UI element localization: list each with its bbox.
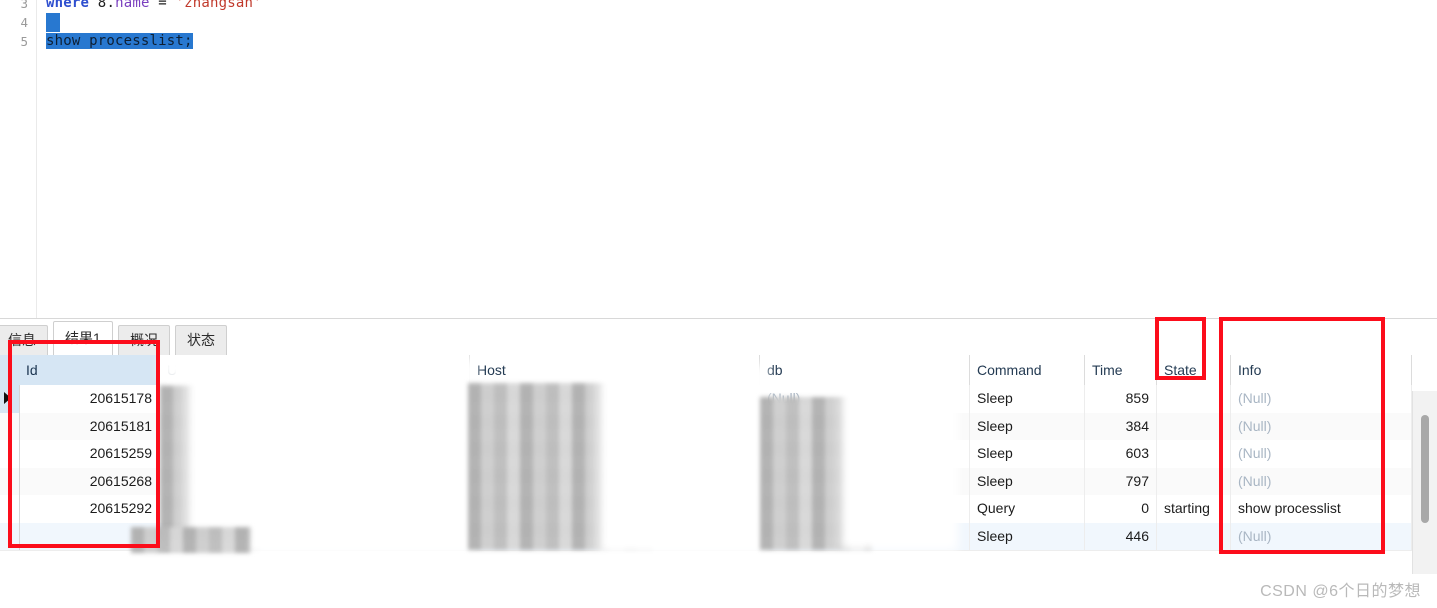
row-header[interactable]: [0, 522, 20, 550]
row-header[interactable]: [0, 495, 20, 523]
cell-time[interactable]: 603: [1085, 440, 1157, 468]
line-number-3: 3: [20, 0, 28, 11]
tab-result1[interactable]: 结果1: [53, 321, 113, 355]
cell-state[interactable]: [1157, 522, 1231, 550]
column-header-time[interactable]: Time: [1085, 355, 1157, 385]
cell-command[interactable]: Sleep: [970, 385, 1085, 413]
cell-command[interactable]: Sleep: [970, 467, 1085, 495]
cell-id[interactable]: 20615259: [19, 440, 160, 468]
line-number-4: 4: [20, 15, 28, 30]
table-row[interactable]: 20615268 Sleep 797 (Null): [0, 467, 1412, 496]
sql-selected-statement: show processlist;: [46, 33, 193, 49]
row-header-current[interactable]: [0, 385, 20, 413]
grid-vertical-scrollbar[interactable]: [1412, 391, 1437, 574]
sql-line-3[interactable]: where 8.name = 'zhangsan': [46, 0, 262, 13]
cell-host[interactable]: [470, 522, 760, 550]
result-tab-strip: 信息 结果1 概况 状态: [0, 319, 1437, 356]
cell-state[interactable]: [1157, 440, 1231, 468]
sql-keyword-where: where: [46, 0, 90, 11]
cell-db[interactable]: [760, 522, 970, 550]
tab-profile[interactable]: 概况: [118, 325, 170, 355]
column-header-state[interactable]: State: [1157, 355, 1231, 385]
cell-info[interactable]: (Null): [1231, 467, 1412, 495]
cell-user[interactable]: [160, 467, 470, 495]
cell-time[interactable]: 0: [1085, 495, 1157, 523]
cell-host[interactable]: [470, 440, 760, 468]
cell-command[interactable]: Sleep: [970, 440, 1085, 468]
cell-info[interactable]: show processlist: [1231, 495, 1412, 523]
cell-db[interactable]: [760, 467, 970, 495]
column-header-db[interactable]: db: [760, 355, 970, 385]
cell-user[interactable]: [160, 440, 470, 468]
current-row-arrow-icon: [4, 392, 11, 404]
row-header[interactable]: [0, 440, 20, 468]
column-header-id[interactable]: Id: [19, 355, 160, 385]
cell-info[interactable]: (Null): [1231, 440, 1412, 468]
row-header[interactable]: [0, 467, 20, 495]
cell-command[interactable]: Query: [970, 495, 1085, 523]
table-row[interactable]: 20615292 Query 0 starting show processli…: [0, 495, 1412, 524]
row-header[interactable]: [0, 412, 20, 440]
sql-dot: .: [106, 0, 116, 11]
cell-id[interactable]: [19, 522, 160, 550]
cell-state[interactable]: [1157, 467, 1231, 495]
cell-command[interactable]: Sleep: [970, 522, 1085, 550]
cell-time[interactable]: 859: [1085, 385, 1157, 413]
cell-info[interactable]: (Null): [1231, 385, 1412, 413]
cell-command[interactable]: Sleep: [970, 412, 1085, 440]
column-header-info[interactable]: Info: [1231, 355, 1412, 385]
cell-id[interactable]: 20615292: [19, 495, 160, 523]
cell-info[interactable]: (Null): [1231, 412, 1412, 440]
cell-host[interactable]: [470, 467, 760, 495]
cell-host[interactable]: [470, 495, 760, 523]
cell-state[interactable]: [1157, 412, 1231, 440]
cell-db[interactable]: [760, 412, 970, 440]
grid-vertical-scrollbar-thumb[interactable]: [1421, 415, 1429, 523]
cell-host[interactable]: [470, 385, 760, 413]
table-row[interactable]: 20615178 (Null) Sleep 859 (Null): [0, 385, 1412, 414]
csdn-watermark: CSDN @6个日的梦想: [1260, 583, 1421, 600]
grid-header-row: Id U Host db Command Time State Info: [0, 355, 1412, 386]
grid-corner-cell[interactable]: [0, 355, 20, 386]
table-row[interactable]: 20615259 Sleep 603 (Null): [0, 440, 1412, 469]
table-row[interactable]: 20615181 Sleep 384 (Null): [0, 412, 1412, 441]
tab-status[interactable]: 状态: [175, 325, 227, 355]
cell-time[interactable]: 797: [1085, 467, 1157, 495]
cell-time[interactable]: 384: [1085, 412, 1157, 440]
result-grid-inner: Id U Host db Command Time State Info 206…: [0, 355, 1412, 574]
column-header-command[interactable]: Command: [970, 355, 1085, 385]
sql-line-5[interactable]: show processlist;: [46, 32, 193, 51]
cell-id[interactable]: 20615268: [19, 467, 160, 495]
cell-state[interactable]: [1157, 385, 1231, 413]
result-panel: 信息 结果1 概况 状态 Id U Host db Command Time S…: [0, 318, 1437, 608]
line-number-5: 5: [20, 34, 28, 49]
sql-operator-eq: =: [149, 0, 176, 11]
cell-host[interactable]: [470, 412, 760, 440]
cell-user[interactable]: [160, 522, 470, 550]
cell-db[interactable]: (Null): [760, 385, 970, 413]
cell-state[interactable]: starting: [1157, 495, 1231, 523]
cell-user[interactable]: [160, 412, 470, 440]
sql-column-name: name: [115, 0, 150, 11]
result-grid[interactable]: Id U Host db Command Time State Info 206…: [0, 355, 1437, 574]
sql-string-literal: 'zhangsan': [175, 0, 262, 11]
sql-space-1: [89, 0, 98, 11]
cell-id[interactable]: 20615181: [19, 412, 160, 440]
tab-info[interactable]: 信息: [0, 325, 48, 355]
cell-info[interactable]: (Null): [1231, 522, 1412, 550]
sql-editor[interactable]: 3 4 5 where 8.name = 'zhangsan' show pro…: [0, 0, 1437, 318]
cell-user[interactable]: [160, 385, 470, 413]
selection-block-line-4: [46, 13, 60, 32]
editor-line-number-gutter: 3 4 5: [0, 0, 37, 318]
cell-time[interactable]: 446: [1085, 522, 1157, 550]
cell-db[interactable]: [760, 495, 970, 523]
table-row[interactable]: Sleep 446 (Null): [0, 522, 1412, 551]
cell-db[interactable]: [760, 440, 970, 468]
cell-id[interactable]: 20615178: [19, 385, 160, 413]
cell-user[interactable]: [160, 495, 470, 523]
column-header-host[interactable]: Host: [470, 355, 760, 385]
column-header-user[interactable]: U: [160, 355, 470, 385]
